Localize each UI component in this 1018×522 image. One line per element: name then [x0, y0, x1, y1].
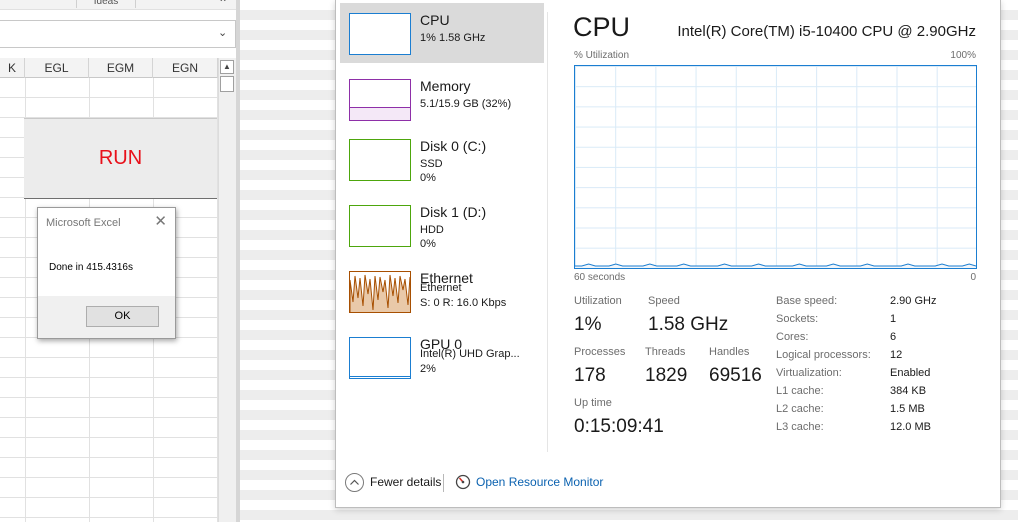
page-title: CPU	[573, 12, 631, 42]
sidebar-item-detail: 1% 1.58 GHz	[420, 32, 486, 44]
uptime-value: 0:15:09:41	[574, 416, 664, 437]
message-box-footer: OK	[38, 296, 175, 338]
spec-value: 1	[890, 313, 897, 325]
handles-value: 69516	[709, 365, 762, 386]
task-manager-footer: Fewer details Open Resource Monitor	[336, 460, 1000, 506]
processes-value: 178	[574, 365, 606, 386]
cpu-utilization-graph[interactable]	[574, 65, 977, 269]
ok-button[interactable]: OK	[86, 306, 159, 327]
sidebar-divider	[547, 12, 548, 452]
resource-monitor-icon[interactable]	[455, 473, 471, 491]
sidebar-item-memory[interactable]: Memory 5.1/15.9 GB (32%)	[340, 69, 544, 129]
sidebar-item-cpu[interactable]: CPU 1% 1.58 GHz	[340, 3, 544, 63]
sidebar-item-detail: SSD	[420, 158, 443, 170]
spec-label: Logical processors:	[776, 349, 871, 361]
sidebar-item-detail: 2%	[420, 363, 436, 375]
performance-sidebar: CPU 1% 1.58 GHz Memory 5.1/15.9 GB (32%)…	[336, 0, 548, 456]
spec-label: Virtualization:	[776, 367, 842, 379]
cpu-utilization-line	[575, 263, 976, 267]
spec-value: 12	[890, 349, 903, 361]
threads-value: 1829	[645, 365, 688, 386]
memory-thumbnail-graph	[349, 79, 411, 121]
ribbon-group-ideas[interactable]: Ideas	[76, 0, 136, 8]
fewer-details-button[interactable]: Fewer details	[370, 475, 441, 489]
utilization-label: Utilization	[574, 295, 622, 307]
column-header[interactable]: EGL	[25, 58, 89, 78]
handles-label: Handles	[709, 346, 750, 358]
message-box-title: Microsoft Excel	[46, 217, 121, 229]
sidebar-item-label: Memory	[420, 78, 471, 94]
close-icon[interactable]: ✕	[154, 212, 167, 230]
sidebar-item-disk-1[interactable]: Disk 1 (D:) HDD 0%	[340, 195, 544, 255]
ethernet-activity-icon	[350, 274, 410, 312]
sidebar-item-detail: HDD	[420, 224, 444, 236]
spec-value: 384 KB	[890, 385, 927, 397]
sidebar-item-detail: Ethernet	[420, 282, 462, 294]
scroll-up-icon[interactable]: ▲	[220, 60, 234, 74]
sidebar-item-gpu-0[interactable]: GPU 0 Intel(R) UHD Grap... 2%	[340, 327, 544, 387]
sidebar-item-ethernet[interactable]: Ethernet Ethernet S: 0 R: 16.0 Kbps	[340, 261, 544, 321]
graph-x-right: 0	[970, 272, 976, 283]
vertical-scrollbar[interactable]	[218, 58, 236, 522]
sidebar-item-label: CPU	[420, 12, 450, 28]
sidebar-item-detail: 5.1/15.9 GB (32%)	[420, 98, 512, 110]
cpu-thumbnail-graph	[349, 13, 411, 55]
ethernet-thumbnail-graph	[349, 271, 411, 313]
sidebar-item-detail: 0%	[420, 172, 436, 184]
spec-label: L3 cache:	[776, 421, 824, 433]
sidebar-item-detail: 0%	[420, 238, 436, 250]
sidebar-item-detail: Intel(R) UHD Grap...	[420, 348, 520, 360]
sidebar-item-disk-0[interactable]: Disk 0 (C:) SSD 0%	[340, 129, 544, 189]
footer-divider	[443, 474, 444, 492]
graph-y-max: 100%	[950, 50, 976, 61]
column-header[interactable]: EGM	[89, 58, 153, 78]
spec-label: Sockets:	[776, 313, 819, 325]
spec-label: Base speed:	[776, 295, 838, 307]
column-header[interactable]: EGN	[153, 58, 218, 78]
graph-x-left: 60 seconds	[574, 272, 626, 283]
spec-value: 12.0 MB	[890, 421, 931, 433]
scrollbar-thumb[interactable]	[220, 76, 234, 92]
message-box: Microsoft Excel ✕ Done in 415.4316s OK	[37, 207, 176, 339]
spec-label: L1 cache:	[776, 385, 824, 397]
spec-label: Cores:	[776, 331, 809, 343]
task-manager-window: CPU 1% 1.58 GHz Memory 5.1/15.9 GB (32%)…	[335, 0, 1001, 508]
sidebar-item-detail: S: 0 R: 16.0 Kbps	[420, 297, 507, 309]
chevron-down-icon[interactable]: ⌄	[218, 26, 227, 39]
speed-value: 1.58 GHz	[648, 314, 729, 335]
processes-label: Processes	[574, 346, 626, 358]
excel-window: Ideas ⌃ ⌄ K EGL EGM EGN ▲ RUN Microsoft …	[0, 0, 240, 522]
graph-y-label: % Utilization	[574, 50, 630, 61]
spec-value: 2.90 GHz	[890, 295, 937, 307]
sidebar-item-label: Disk 1 (D:)	[420, 204, 487, 220]
threads-label: Threads	[645, 346, 686, 358]
speed-label: Speed	[648, 295, 680, 307]
run-button[interactable]: RUN	[24, 118, 217, 199]
spec-label: L2 cache:	[776, 403, 824, 415]
utilization-value: 1%	[574, 314, 602, 335]
sidebar-item-label: Disk 0 (C:)	[420, 138, 487, 154]
formula-bar[interactable]	[0, 20, 236, 48]
disk-thumbnail-graph	[349, 205, 411, 247]
column-headers: K EGL EGM EGN	[0, 58, 218, 78]
disk-thumbnail-graph	[349, 139, 411, 181]
column-header[interactable]: K	[0, 58, 25, 78]
cpu-model-name: Intel(R) Core(TM) i5-10400 CPU @ 2.90GHz	[677, 23, 976, 40]
message-box-text: Done in 415.4316s	[49, 262, 133, 273]
uptime-label: Up time	[574, 397, 612, 409]
spec-value: 1.5 MB	[890, 403, 925, 415]
spec-value: 6	[890, 331, 897, 343]
ribbon-collapse-icon[interactable]: ⌃	[218, 0, 228, 9]
cpu-utilization-plot	[575, 263, 976, 268]
gpu-thumbnail-graph	[349, 337, 411, 379]
open-resource-monitor-link[interactable]: Open Resource Monitor	[476, 475, 603, 489]
chevron-up-icon[interactable]	[345, 473, 364, 492]
spec-value: Enabled	[890, 367, 931, 379]
